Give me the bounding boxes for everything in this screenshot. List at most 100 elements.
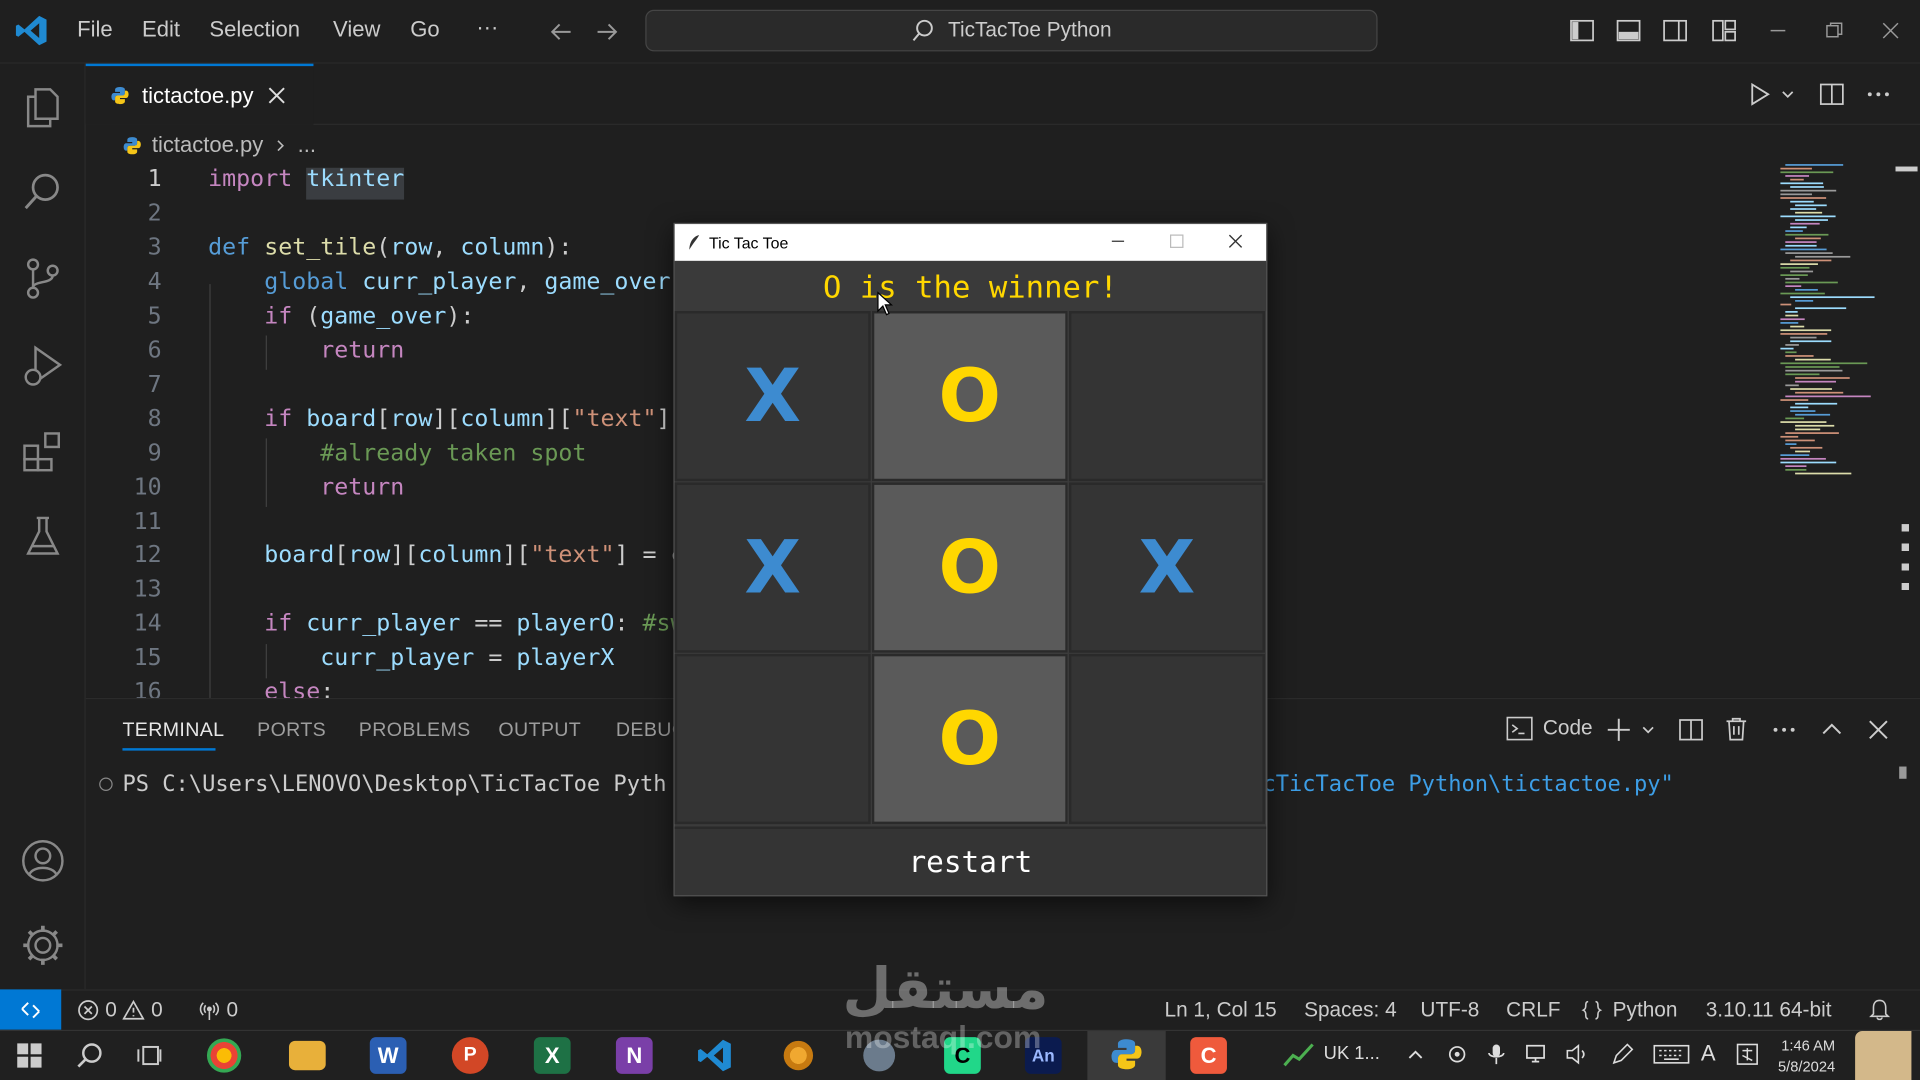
tk-minimize-icon[interactable] [1109,233,1126,250]
end-of-line[interactable]: CRLF [1506,998,1560,1022]
tray-chevron-up-icon[interactable] [1406,1044,1426,1064]
tk-maximize-icon[interactable] [1168,233,1185,250]
encoding[interactable]: UTF-8 [1420,998,1479,1022]
tray-pen-icon[interactable] [1610,1042,1634,1066]
accounts-icon[interactable] [18,836,67,885]
code-line[interactable]: else: [208,679,334,698]
kill-terminal-trash-icon[interactable] [1723,715,1750,742]
board-cell[interactable]: X [674,482,871,653]
breadcrumb-symbol[interactable]: ... [298,132,316,158]
tray-volume-icon[interactable] [1565,1043,1589,1065]
indentation[interactable]: Spaces: 4 [1304,998,1397,1022]
tray-network-icon[interactable] [1524,1043,1548,1065]
new-terminal-plus-icon[interactable] [1605,716,1632,743]
board-cell[interactable]: O [871,653,1068,825]
problems-indicator[interactable]: 0 0 [77,998,163,1022]
terminal-dropdown-chevron-icon[interactable] [1640,721,1657,738]
task-view-icon[interactable] [136,1042,163,1069]
word-app-icon[interactable]: W [369,1037,407,1074]
taskbar-search-icon[interactable] [76,1041,105,1070]
tray-ime-icon[interactable] [1736,1042,1758,1066]
minimap[interactable] [1776,159,1898,477]
board-cell[interactable] [674,653,871,825]
board-cell[interactable] [1068,653,1265,825]
panel-more-actions-icon[interactable] [1771,716,1798,743]
search-icon[interactable] [18,168,67,217]
tab-ports[interactable]: PORTS [257,720,326,742]
menu-file[interactable]: File [77,17,113,43]
board-cell[interactable]: X [674,311,871,482]
close-panel-icon[interactable] [1865,716,1892,743]
code-line[interactable]: def set_tile(row, column): [208,234,572,261]
menu-view[interactable]: View [333,17,380,43]
run-debug-icon[interactable] [18,340,67,389]
forward-arrow-icon[interactable] [594,18,621,45]
tab-output[interactable]: OUTPUT [498,720,581,742]
toggle-secondary-sidebar-icon[interactable] [1662,17,1689,44]
python-app-icon[interactable] [1109,1037,1143,1071]
explorer-icon[interactable] [18,82,67,131]
code-line[interactable]: return [208,336,404,363]
code-line[interactable]: if board[row][column]["text"] [208,405,670,432]
tab-terminal[interactable]: TERMINAL [122,720,224,742]
tab-tictactoe-py[interactable]: tictactoe.py [85,63,314,125]
code-line[interactable]: global curr_player, game_over [208,268,670,295]
toggle-panel-icon[interactable] [1615,17,1642,44]
windows-start-icon[interactable] [17,1043,42,1068]
code-line[interactable]: return [208,473,404,500]
source-control-icon[interactable] [18,253,67,302]
board-cell[interactable]: O [871,482,1068,653]
editor-more-actions-icon[interactable] [1865,81,1892,108]
maximize-panel-chevron-up-icon[interactable] [1818,716,1845,743]
code-line[interactable]: #already taken spot [208,439,586,466]
board-cell[interactable]: X [1068,482,1265,653]
tray-input-language-icon[interactable]: A [1701,1041,1716,1067]
restart-button[interactable]: restart [674,826,1267,896]
board-cell[interactable]: O [871,311,1068,482]
scrollbar-thumb[interactable] [1895,166,1918,172]
close-tab-icon[interactable] [266,84,288,106]
run-python-file-icon[interactable] [1746,81,1773,108]
run-dropdown-chevron-icon[interactable] [1779,86,1796,103]
chrome-app-icon[interactable] [206,1038,242,1073]
toggle-primary-sidebar-icon[interactable] [1569,17,1596,44]
powerpoint-app-icon[interactable]: P [451,1037,489,1074]
tray-camera-icon[interactable] [1446,1043,1468,1065]
breadcrumb-file[interactable]: tictactoe.py [152,132,263,158]
menu-go[interactable]: Go [410,17,439,43]
vscode-app-icon[interactable] [697,1037,734,1074]
tray-widget-label[interactable]: UK 1... [1324,1043,1380,1064]
menu-edit[interactable]: Edit [142,17,180,43]
tray-microphone-icon[interactable] [1488,1043,1505,1065]
python-interpreter[interactable]: 3.10.11 64-bit [1706,998,1832,1022]
ports-indicator[interactable]: 0 [198,998,238,1022]
testing-flask-icon[interactable] [18,512,67,561]
split-editor-icon[interactable] [1818,81,1845,108]
cursor-position[interactable]: Ln 1, Col 15 [1164,998,1276,1022]
taskbar-clock[interactable]: 1:46 AM 5/8/2024 [1778,1036,1835,1078]
terminal-instance[interactable]: Code [1506,715,1593,742]
remote-indicator[interactable] [0,989,62,1030]
back-arrow-icon[interactable] [547,18,574,45]
settings-gear-icon[interactable] [18,921,67,970]
basketball-app-icon[interactable] [783,1040,814,1071]
board-cell[interactable] [1068,311,1265,482]
minimize-icon[interactable] [1767,20,1789,42]
notifications-bell-icon[interactable] [1867,997,1891,1021]
code-line[interactable]: board[row][column]["text"] = c [208,542,684,569]
tray-keyboard-icon[interactable] [1653,1043,1690,1065]
customize-layout-icon[interactable] [1711,17,1738,44]
language-mode[interactable]: Python [1581,998,1677,1022]
code-line[interactable]: if (game_over): [208,302,474,329]
extensions-icon[interactable] [18,426,67,475]
close-window-icon[interactable] [1880,20,1902,42]
restore-icon[interactable] [1823,20,1845,42]
menu-selection[interactable]: Selection [209,17,300,43]
code-line[interactable]: if curr_player == playerO: #sw [208,610,684,637]
menu-more-button[interactable]: ··· [476,15,498,41]
terminal-scrollbar[interactable] [1899,766,1907,779]
code-line[interactable]: import tkinter [208,165,404,192]
onenote-app-icon[interactable]: N [615,1037,653,1074]
file-explorer-app-icon[interactable] [288,1040,326,1071]
recorder-app-icon[interactable]: C [1190,1037,1227,1074]
